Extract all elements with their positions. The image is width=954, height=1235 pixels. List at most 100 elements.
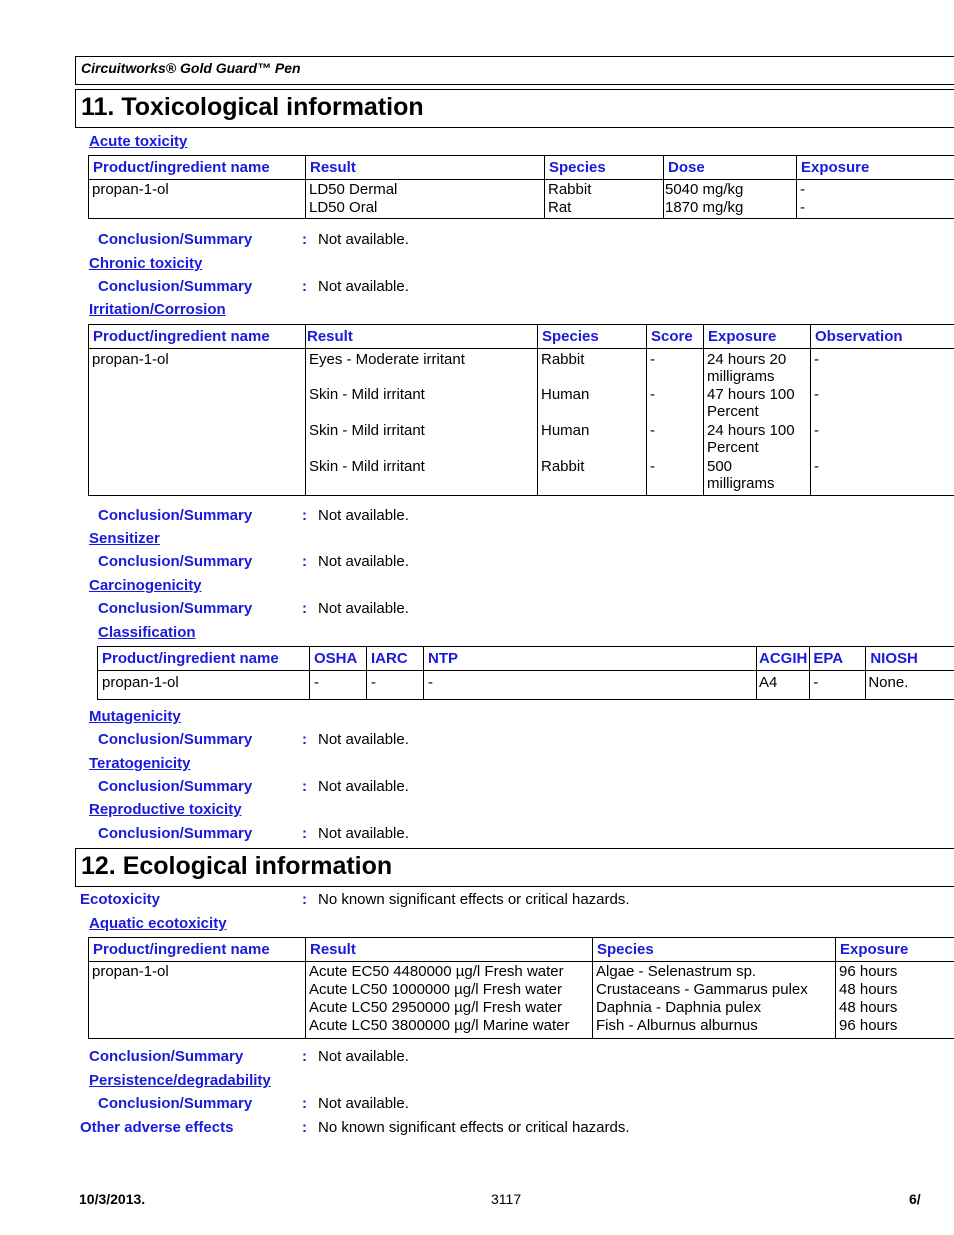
teratogenicity-heading[interactable]: Teratogenicity (89, 755, 190, 772)
col-header: IARC (366, 646, 424, 671)
col-header: Species (544, 155, 664, 180)
col-header: Exposure (835, 937, 954, 962)
exposure-line: 24 hours 100 (707, 422, 795, 439)
section-11-title: 11. Toxicological information (81, 93, 424, 121)
conclusion-label: Conclusion/Summary (89, 1048, 244, 1065)
niosh-value: None. (865, 670, 954, 700)
conclusion-label: Conclusion/Summary (98, 600, 253, 617)
section-12-title: 12. Ecological information (81, 852, 393, 880)
exposure-line: 24 hours 20 (707, 351, 787, 368)
species: Rabbit (541, 351, 585, 368)
col-header: Product/ingredient name (97, 646, 310, 671)
product-title: Circuitworks® Gold Guard™ Pen (81, 60, 301, 76)
col-header: Exposure (796, 155, 954, 180)
col-header: Observation (810, 324, 954, 349)
conclusion-value: Not available. (318, 1048, 409, 1065)
score: - (650, 422, 655, 439)
acute-toxicity-heading[interactable]: Acute toxicity (89, 133, 187, 150)
exposure: - (800, 199, 805, 216)
col-header: Product/ingredient name (88, 155, 306, 180)
conclusion-value: Not available. (318, 731, 409, 748)
conclusion-value: Not available. (318, 825, 409, 842)
reproductive-toxicity-heading[interactable]: Reproductive toxicity (89, 801, 242, 818)
ingredient-name: propan-1-ol (88, 179, 306, 219)
classification-heading[interactable]: Classification (98, 624, 196, 641)
irritation-corrosion-heading[interactable]: Irritation/Corrosion (89, 301, 226, 318)
conclusion-label: Conclusion/Summary (98, 825, 253, 842)
acgih-value: A4 (755, 670, 810, 700)
conclusion-label: Conclusion/Summary (98, 1095, 253, 1112)
colon: : (302, 1048, 307, 1065)
conclusion-value: Not available. (318, 278, 409, 295)
ingredient-name: propan-1-ol (88, 961, 306, 1039)
species: Rabbit (541, 458, 585, 475)
result: Eyes - Moderate irritant (309, 351, 465, 368)
osha-value: - (309, 670, 367, 700)
conclusion-label: Conclusion/Summary (98, 778, 253, 795)
footer-date: 10/3/2013. (79, 1191, 146, 1207)
colon: : (302, 1119, 307, 1136)
colon: : (302, 778, 307, 795)
species: Algae - Selenastrum sp. (596, 963, 757, 980)
species: Fish - Alburnus alburnus (596, 1017, 758, 1034)
other-adverse-effects-value: No known significant effects or critical… (318, 1119, 630, 1136)
exposure-line: milligrams (707, 475, 775, 492)
col-header: NTP (423, 646, 757, 671)
colon: : (302, 553, 307, 570)
observation: - (814, 458, 819, 475)
result: Skin - Mild irritant (309, 386, 425, 403)
irritation-table: Product/ingredient name Result Species S… (88, 324, 954, 496)
colon: : (302, 891, 307, 908)
exposure-line: Percent (707, 439, 759, 456)
exposure: 48 hours (839, 981, 898, 998)
carcinogenicity-heading[interactable]: Carcinogenicity (89, 577, 202, 594)
exposure: 24 hours 20 milligrams (707, 351, 807, 386)
dose: 1870 mg/kg (665, 199, 744, 216)
col-header: Product/ingredient name (88, 937, 306, 962)
section-12-header: 12. Ecological information (75, 848, 954, 887)
score: - (650, 458, 655, 475)
epa-value: - (809, 670, 866, 700)
exposure: 500 milligrams (707, 458, 807, 494)
conclusion-label: Conclusion/Summary (98, 507, 253, 524)
species: Human (541, 422, 590, 439)
exposure: 48 hours (839, 999, 898, 1016)
species: Human (541, 386, 590, 403)
col-header: NIOSH (865, 646, 954, 671)
conclusion-value: Not available. (318, 507, 409, 524)
col-header: OSHA (309, 646, 367, 671)
conclusion-label: Conclusion/Summary (98, 553, 253, 570)
result: Skin - Mild irritant (309, 422, 425, 439)
result: LD50 Dermal (309, 181, 398, 198)
persistence-degradability-heading[interactable]: Persistence/degradability (89, 1072, 271, 1089)
exposure-line: milligrams (707, 368, 775, 385)
col-header: Product/ingredient name (88, 324, 306, 349)
footer-code: 3117 (491, 1191, 522, 1207)
mutagenicity-heading[interactable]: Mutagenicity (89, 708, 181, 725)
table-row: propan-1-ol LD50 Dermal LD50 Oral Rabbit R… (88, 179, 954, 219)
other-adverse-effects-label: Other adverse effects (80, 1119, 234, 1136)
chronic-toxicity-heading[interactable]: Chronic toxicity (89, 255, 202, 272)
colon: : (302, 731, 307, 748)
exposure: 96 hours (839, 963, 898, 980)
result: Acute LC50 2950000 µg/l Fresh water (309, 999, 562, 1016)
ecotoxicity-label: Ecotoxicity (80, 891, 161, 908)
aquatic-table: Product/ingredient name Result Species E… (88, 937, 954, 1039)
aquatic-ecotoxicity-heading[interactable]: Aquatic ecotoxicity (89, 915, 227, 932)
colon: : (302, 825, 307, 842)
col-header: Exposure (703, 324, 811, 349)
document-header: Circuitworks® Gold Guard™ Pen (75, 56, 954, 85)
col-header: Score (646, 324, 704, 349)
score: - (650, 351, 655, 368)
observation: - (814, 351, 819, 368)
col-header: Result (305, 155, 545, 180)
sensitizer-heading[interactable]: Sensitizer (89, 530, 160, 547)
exposure-line: 47 hours 100 (707, 386, 795, 403)
classification-table: Product/ingredient name OSHA IARC NTP AC… (97, 646, 954, 700)
col-header: Result (305, 937, 593, 962)
observation: - (814, 422, 819, 439)
conclusion-value: Not available. (318, 600, 409, 617)
colon: : (302, 231, 307, 248)
ntp-value: - (423, 670, 757, 700)
species: Rat (548, 199, 572, 216)
